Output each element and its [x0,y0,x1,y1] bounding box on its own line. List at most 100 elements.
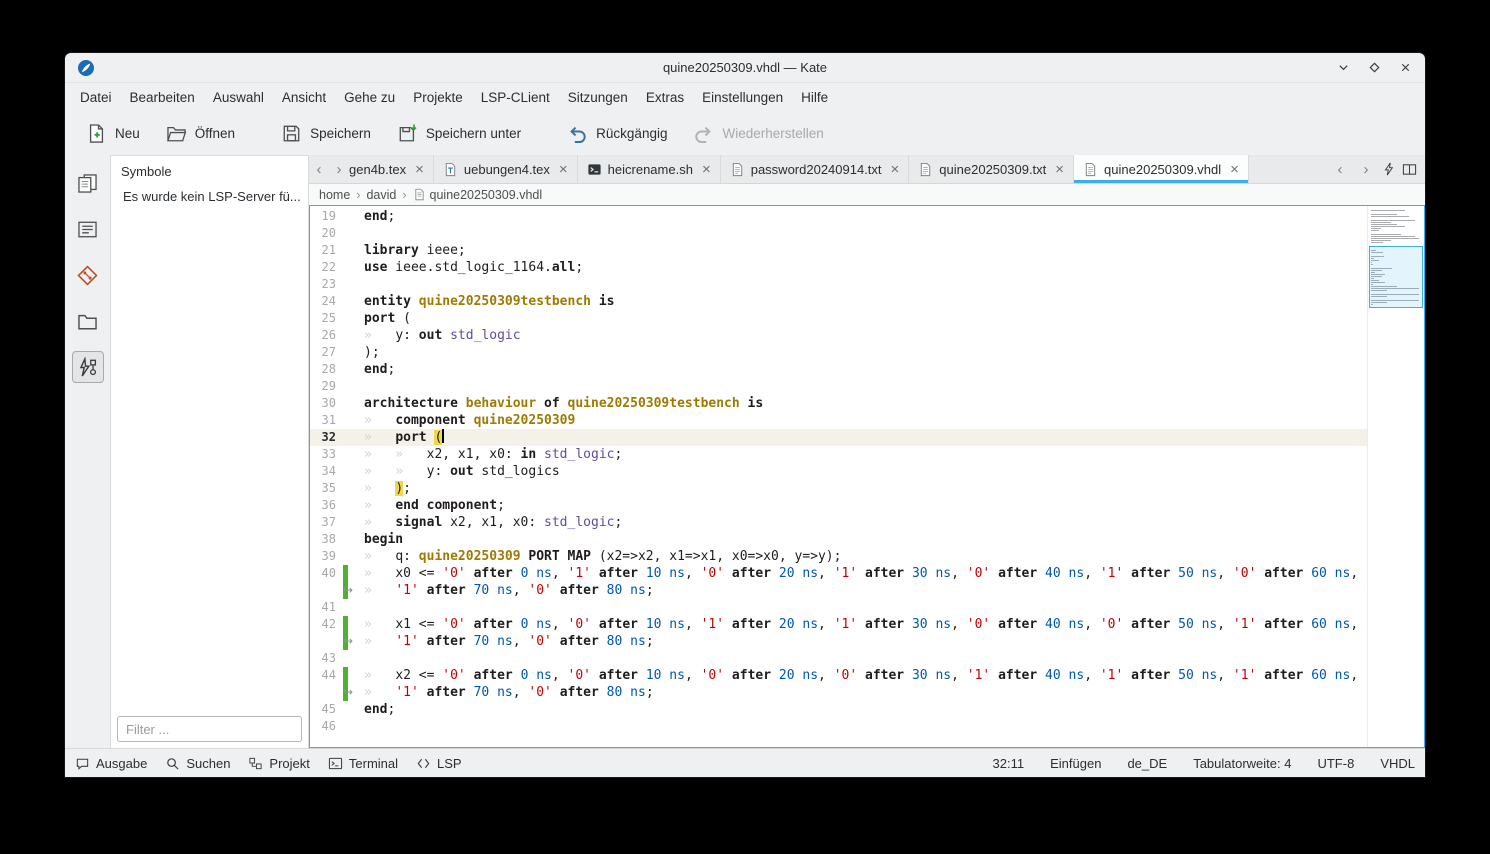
statusbar-terminal-button[interactable]: Terminal [328,756,398,771]
menu-item-einstellungen[interactable]: Einstellungen [693,86,792,109]
tab-quine20250309-txt[interactable]: quine20250309.txt× [909,155,1074,183]
tool-button-symbol-list[interactable] [72,213,104,245]
breadcrumb-item-david[interactable]: david [366,188,396,202]
tab-password20240914-txt[interactable]: password20240914.txt× [721,155,910,183]
tab-scroll-right-icon[interactable]: › [329,155,349,183]
code-line[interactable]: 28end; [310,361,1367,378]
code-line[interactable]: 37» signal x2, x1, x0: std_logic; [310,514,1367,531]
menu-item-ansicht[interactable]: Ansicht [273,86,335,109]
code-line[interactable]: 29 [310,378,1367,395]
code-line[interactable]: 22use ieee.std_logic_1164.all; [310,259,1367,276]
tool-button-file-system[interactable] [72,305,104,337]
menu-item-bearbeiten[interactable]: Bearbeiten [121,86,204,109]
breadcrumb-item-home[interactable]: home [319,188,350,202]
menu-item-extras[interactable]: Extras [637,86,693,109]
tab-gen4b-tex[interactable]: gen4b.tex× [349,155,434,183]
file-system-icon [77,311,98,332]
code-line[interactable]: 40» x0 <= '0' after 0 ns, '1' after 10 n… [310,565,1367,582]
menu-item-projekte[interactable]: Projekte [404,86,472,109]
r-ckg-ngig-button[interactable]: Rückgängig [558,117,676,150]
code-line[interactable]: 41 [310,599,1367,616]
minimap-viewport[interactable] [1369,246,1423,308]
code-line[interactable]: » '1' after 70 ns, '0' after 80 ns;↪ [310,633,1367,650]
maximize-button[interactable] [1366,60,1382,76]
code-line[interactable]: 45end; [310,701,1367,718]
breadcrumb-label: quine20250309.vhdl [430,188,543,202]
tab-heicrename-sh[interactable]: heicrename.sh× [578,155,721,183]
neu-button[interactable]: Neu [77,117,149,150]
speichern-button[interactable]: Speichern [272,117,380,150]
tablist-scroll-right-icon[interactable]: › [1356,161,1376,178]
code-line[interactable]: » '1' after 70 ns, '0' after 80 ns;↪ [310,582,1367,599]
split-view-icon[interactable] [1402,162,1417,177]
code-line[interactable]: 42» x1 <= '0' after 0 ns, '0' after 10 n… [310,616,1367,633]
tab-close-icon[interactable]: × [702,162,711,177]
code-line[interactable]: 43 [310,650,1367,667]
line-number: 24 [310,293,336,310]
tool-button-documents[interactable] [72,167,104,199]
code-line[interactable]: 30architecture behaviour of quine2025030… [310,395,1367,412]
minimize-button[interactable] [1335,60,1351,76]
code-line[interactable]: 19end; [310,208,1367,225]
status-input-mode[interactable]: Einfügen [1050,756,1101,771]
editor-view: 19end;2021library ieee;22use ieee.std_lo… [309,205,1425,748]
code-line[interactable]: 26» y: out std_logic [310,327,1367,344]
code-line[interactable]: 20 [310,225,1367,242]
status-cursor-position[interactable]: 32:11 [993,756,1025,771]
tab-close-icon[interactable]: × [559,162,568,177]
menu-item-sitzungen[interactable]: Sitzungen [559,86,637,109]
tool-button-git[interactable] [72,259,104,291]
status-syntax-mode[interactable]: VHDL [1380,756,1415,771]
menu-item-lsp-client[interactable]: LSP-CLient [472,86,559,109]
tool-button-symbols[interactable] [72,351,104,383]
menu-item-hilfe[interactable]: Hilfe [792,86,837,109]
code-line[interactable]: 34» » y: out std_logics [310,463,1367,480]
code-line[interactable]: 32» port ( [310,429,1367,446]
menu-item-gehe-zu[interactable]: Gehe zu [335,86,404,109]
code-line[interactable]: 24entity quine20250309testbench is [310,293,1367,310]
menu-item-auswahl[interactable]: Auswahl [204,86,273,109]
speichern-unter-button[interactable]: Speichern unter [388,117,530,150]
code-line[interactable]: 33» » x2, x1, x0: in std_logic; [310,446,1367,463]
code-area[interactable]: 19end;2021library ieee;22use ieee.std_lo… [310,206,1367,747]
close-button[interactable] [1397,60,1413,76]
status-dictionary[interactable]: de_DE [1127,756,1167,771]
code-line[interactable]: 46 [310,718,1367,735]
code-text [348,599,1367,616]
code-line[interactable]: 21library ieee; [310,242,1367,259]
filter-input[interactable] [117,716,302,742]
menu-item-datei[interactable]: Datei [71,86,121,109]
code-line[interactable]: 44» x2 <= '0' after 0 ns, '0' after 10 n… [310,667,1367,684]
code-line[interactable]: 38begin [310,531,1367,548]
tab-close-icon[interactable]: × [415,162,424,177]
code-line[interactable]: 31» component quine20250309 [310,412,1367,429]
statusbar-projekt-button[interactable]: Projekt [248,756,309,771]
code-line[interactable]: 35» ); [310,480,1367,497]
code-line[interactable]: 25port ( [310,310,1367,327]
statusbar-lsp-button[interactable]: LSP [416,756,462,771]
tab-scroll-left-icon[interactable]: ‹ [309,155,329,183]
tab-uebungen4-tex[interactable]: uebungen4.tex× [434,155,578,183]
status-encoding[interactable]: UTF-8 [1317,756,1354,771]
code-line[interactable]: 23 [310,276,1367,293]
ffnen-button[interactable]: Öffnen [157,117,244,150]
tab-quine20250309-vhdl[interactable]: quine20250309.vhdl× [1074,155,1249,183]
tab-close-icon[interactable]: × [1055,162,1064,177]
code-line[interactable]: » '1' after 70 ns, '0' after 80 ns;↪ [310,684,1367,701]
file-icon [413,188,426,201]
breadcrumb-item-quine20250309-vhdl[interactable]: quine20250309.vhdl [413,188,543,202]
lightning-icon[interactable] [1382,162,1396,176]
status-tab-width[interactable]: Tabulatorweite: 4 [1193,756,1291,771]
wiederherstellen-button[interactable]: Wiederherstellen [684,117,832,150]
minimap-scrollbar[interactable] [1367,206,1424,747]
code-line[interactable]: 36» end component; [310,497,1367,514]
tab-close-icon[interactable]: × [891,162,900,177]
tablist-scroll-left-icon[interactable]: ‹ [1330,161,1350,178]
code-line[interactable]: 27); [310,344,1367,361]
statusbar-suchen-button[interactable]: Suchen [165,756,230,771]
tab-close-icon[interactable]: × [1230,162,1239,177]
code-line[interactable]: 39» q: quine20250309 PORT MAP (x2=>x2, x… [310,548,1367,565]
titlebar[interactable]: quine20250309.vhdl — Kate [65,53,1425,83]
code-text [348,276,1367,293]
statusbar-ausgabe-button[interactable]: Ausgabe [75,756,147,771]
